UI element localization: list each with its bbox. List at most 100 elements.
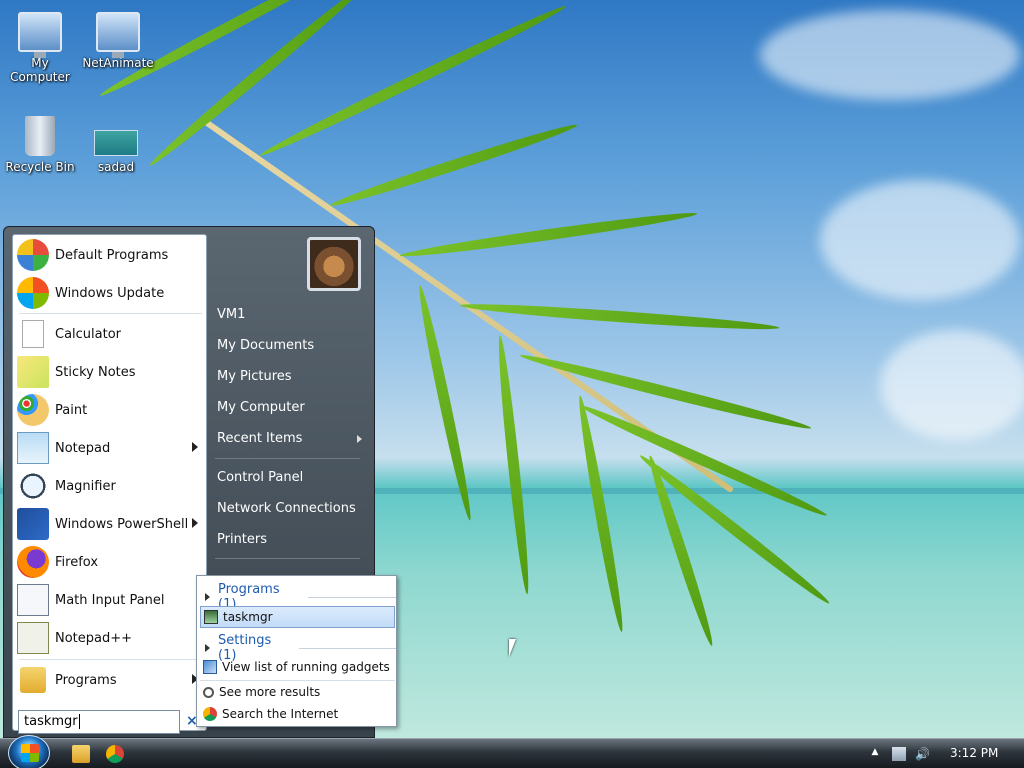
group-header-line (299, 647, 396, 649)
submenu-arrow-icon[interactable] (192, 518, 198, 528)
start-item-firefox[interactable]: Firefox (15, 544, 204, 580)
menu-divider (19, 313, 202, 314)
menu-item-label: Magnifier (55, 478, 116, 494)
math-input-icon (17, 584, 49, 616)
chrome-icon[interactable] (106, 745, 124, 763)
recycle-bin-icon (25, 116, 55, 156)
desktop-icon-recycle-bin[interactable]: Recycle Bin (0, 116, 80, 174)
desktop-icon-label: My Computer (10, 56, 70, 84)
magnifier-icon (17, 470, 49, 502)
result-item-running-gadgets[interactable]: View list of running gadgets (200, 656, 395, 678)
computer-icon (18, 12, 62, 58)
menu-item-label: Windows Update (55, 285, 165, 301)
desktop-icon-netanimate[interactable]: NetAnimate (78, 12, 158, 70)
volume-icon[interactable]: 🔊 (915, 747, 930, 761)
menu-item-label: Default Programs (55, 247, 169, 263)
palm-leaf (257, 1, 569, 161)
result-search-internet[interactable]: Search the Internet (200, 703, 395, 725)
menu-item-label: Calculator (55, 326, 122, 342)
clock[interactable]: 3:12 PM (950, 746, 998, 760)
right-item-my-pictures[interactable]: My Pictures (217, 369, 292, 384)
result-item-label: taskmgr (223, 610, 273, 624)
palm-leaf (518, 350, 813, 434)
menu-item-label: Sticky Notes (55, 364, 136, 380)
cloud (760, 10, 1020, 100)
palm-leaf (459, 300, 780, 334)
chrome-icon (203, 707, 217, 721)
menu-item-label: Windows PowerShell (55, 516, 189, 532)
start-item-math-input-panel[interactable]: Math Input Panel (15, 582, 204, 618)
right-item-my-documents[interactable]: My Documents (217, 338, 314, 353)
result-item-taskmgr[interactable]: taskmgr (200, 606, 395, 628)
notepad-icon (17, 432, 49, 464)
right-item-user[interactable]: VM1 (217, 307, 245, 322)
start-item-magnifier[interactable]: Magnifier (15, 468, 204, 504)
text-caret (78, 714, 80, 729)
sticky-notes-icon (17, 356, 49, 388)
search-results-panel: Programs (1) taskmgr Settings (1) View l… (196, 575, 397, 727)
menu-item-label: Math Input Panel (55, 592, 165, 608)
right-item-my-computer[interactable]: My Computer (217, 400, 305, 415)
start-item-windows-powershell[interactable]: Windows PowerShell (15, 506, 204, 542)
desktop-icon-my-computer[interactable]: My Computer (0, 12, 80, 84)
result-item-label: See more results (219, 685, 321, 699)
firefox-icon (17, 546, 49, 578)
menu-item-label: Notepad++ (55, 630, 133, 646)
search-input-value: taskmgr (24, 714, 78, 729)
start-item-calculator[interactable]: Calculator (15, 316, 204, 352)
taskbar: ▲ 🔊 3:12 PM (0, 735, 1024, 768)
task-manager-icon (204, 610, 218, 624)
search-icon (203, 686, 214, 698)
result-item-label: Search the Internet (222, 707, 339, 721)
file-explorer-icon[interactable] (72, 745, 90, 763)
expand-arrow-icon (205, 644, 210, 652)
palm-leaf (146, 0, 369, 170)
menu-item-label: Paint (55, 402, 88, 418)
cloud (820, 180, 1020, 300)
submenu-arrow-icon[interactable] (357, 435, 362, 443)
start-item-default-programs[interactable]: Default Programs (15, 237, 204, 273)
show-hidden-icons-icon[interactable]: ▲ (868, 747, 882, 761)
menu-divider (215, 558, 360, 559)
result-item-label: View list of running gadgets (222, 660, 390, 674)
palm-leaf (328, 119, 579, 211)
result-see-more[interactable]: See more results (200, 681, 395, 703)
desktop-icon-label: sadad (97, 160, 135, 174)
paint-icon (17, 394, 49, 426)
menu-item-label: Firefox (55, 554, 99, 570)
user-picture-avatar[interactable] (307, 237, 361, 291)
expand-arrow-icon (205, 593, 210, 601)
start-item-programs[interactable]: Programs (15, 662, 204, 698)
start-menu-programs-pane: Default Programs Windows Update Calculat… (12, 234, 207, 734)
windows-update-icon (17, 277, 49, 309)
submenu-arrow-icon[interactable] (192, 442, 198, 452)
start-item-paint[interactable]: Paint (15, 392, 204, 428)
mouse-cursor-icon (509, 639, 523, 657)
network-shortcut-icon (96, 12, 140, 58)
menu-divider (215, 458, 360, 459)
default-programs-icon (17, 239, 49, 271)
desktop-icon-sadad[interactable]: sadad (76, 130, 156, 174)
start-item-sticky-notes[interactable]: Sticky Notes (15, 354, 204, 390)
network-icon[interactable] (892, 747, 906, 761)
start-search-input[interactable]: taskmgr (18, 710, 180, 734)
palm-leaf (399, 208, 698, 261)
notepad-plus-plus-icon (17, 622, 49, 654)
group-header-line (308, 596, 396, 598)
right-item-recent-items[interactable]: Recent Items (217, 431, 302, 446)
image-file-icon (94, 130, 138, 156)
right-item-control-panel[interactable]: Control Panel (217, 470, 303, 485)
cloud (880, 330, 1024, 440)
menu-divider (19, 659, 202, 660)
gadgets-icon (203, 660, 217, 674)
start-button[interactable] (8, 735, 50, 768)
windows-logo-icon (21, 744, 39, 762)
start-item-windows-update[interactable]: Windows Update (15, 275, 204, 311)
right-item-network-connections[interactable]: Network Connections (217, 501, 356, 516)
programs-icon (20, 667, 46, 693)
start-item-notepad[interactable]: Notepad (15, 430, 204, 466)
right-item-printers[interactable]: Printers (217, 532, 267, 547)
start-item-notepad-plus-plus[interactable]: Notepad++ (15, 620, 204, 656)
palm-leaf (414, 284, 476, 522)
powershell-icon (17, 508, 49, 540)
